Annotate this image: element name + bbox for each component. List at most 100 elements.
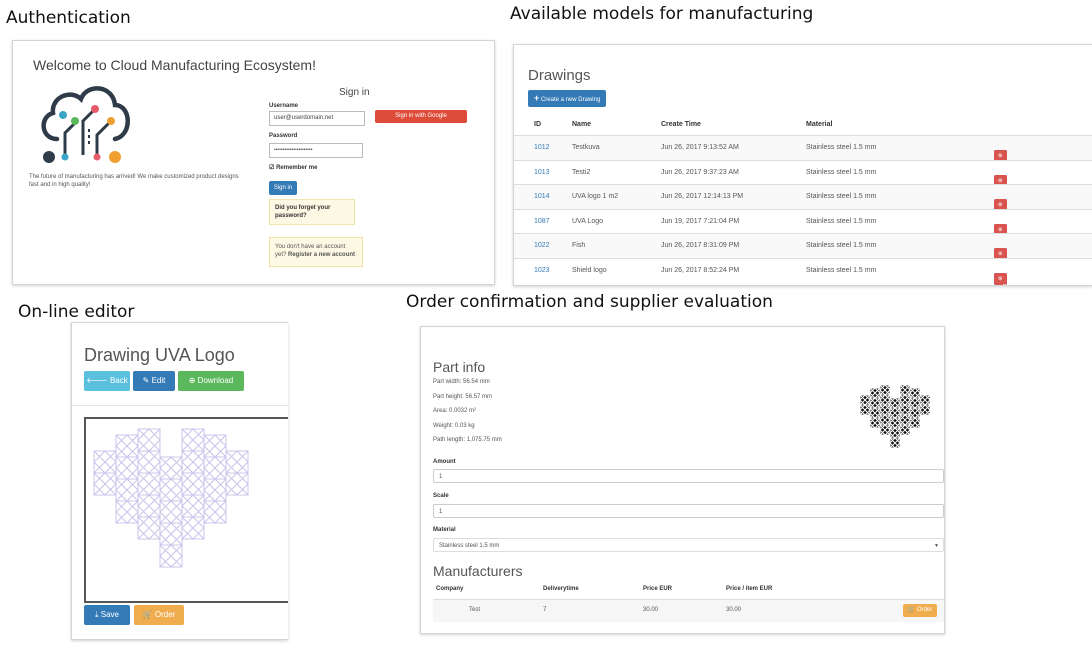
drawings-title: Drawings xyxy=(528,67,591,84)
drawing-row[interactable]: 1012 Testkuva Jun 26, 2017 9:13:52 AM Stain… xyxy=(514,135,1092,167)
tagline-text: The future of manufacturing has arrived!… xyxy=(29,174,239,188)
path-length-text: Path length: 1,075.75 mm xyxy=(433,437,502,443)
column-header-create-time[interactable]: Create Time xyxy=(661,121,701,128)
drawing-create-time: Jun 26, 2017 9:37:23 AM xyxy=(661,168,739,176)
password-label: Password xyxy=(269,133,298,139)
drawing-material: Stainless steel 1.5 mm xyxy=(806,266,877,274)
drawing-name: Shield logo xyxy=(572,266,607,274)
column-header-material[interactable]: Material xyxy=(806,121,832,128)
drawing-name: UVA logo 1 m2 xyxy=(572,193,619,200)
cart-icon: 🛒 xyxy=(907,607,916,613)
drawing-row[interactable]: 1013 Testi2 Jun 26, 2017 9:37:23 AM Stainle… xyxy=(514,159,1092,192)
amount-label: Amount xyxy=(433,459,456,465)
delete-button[interactable]: ⊗ Delete xyxy=(994,272,1019,285)
download-button[interactable]: ⊕ Download xyxy=(178,371,244,391)
manufacturer-company: Test xyxy=(469,607,481,613)
drawing-name: UVA Logo xyxy=(572,217,604,225)
caption-online-editor: On-line editor xyxy=(18,302,135,322)
download-button-label: Download xyxy=(197,376,234,385)
save-icon: ⤓ xyxy=(94,610,99,619)
arrow-left-icon: 🡐 xyxy=(86,376,108,385)
edit-button[interactable]: ✎ Edit xyxy=(133,371,175,391)
signin-heading: Sign in xyxy=(339,87,370,98)
part-height-text: Part height: 56.57 mm xyxy=(433,394,493,400)
drawing-id-link[interactable]: 1023 xyxy=(534,267,550,274)
material-selected-value: Stainless steel 1.5 mm xyxy=(439,543,500,549)
drawing-id-link[interactable]: 1014 xyxy=(534,193,550,200)
forgot-password-link[interactable]: Did you forget your password? xyxy=(269,199,355,225)
drawing-id-link[interactable]: 1012 xyxy=(534,144,550,151)
drawing-id-link[interactable]: 1022 xyxy=(534,242,550,249)
manufacturer-order-label: Order xyxy=(916,607,933,613)
back-button-label: Back xyxy=(109,376,128,385)
order-panel: Part info Part width: 56.54 mm Part heig… xyxy=(420,326,945,634)
authentication-panel: Welcome to Cloud Manufacturing Ecosystem… xyxy=(12,40,495,285)
material-label: Material xyxy=(433,527,456,533)
column-header-price[interactable]: Price EUR xyxy=(643,586,672,592)
drawing-material: Stainless steel 1.5 mm xyxy=(806,217,877,225)
create-drawing-button[interactable]: + Create a new Drawing xyxy=(528,90,607,107)
editor-title: Drawing UVA Logo xyxy=(84,345,235,365)
part-width-text: Part width: 56.54 mm xyxy=(433,379,490,385)
scale-input[interactable]: 1 xyxy=(433,504,944,518)
cloud-circuit-logo xyxy=(41,86,130,163)
drawing-name: Testi2 xyxy=(572,168,591,176)
drawing-row[interactable]: 1014 UVA logo 1 m2 Jun 26, 2017 12:14:13 P… xyxy=(514,184,1092,216)
editor-divider xyxy=(72,405,288,406)
column-header-id[interactable]: ID xyxy=(534,121,541,128)
drawing-row[interactable]: 1023 Shield logo Jun 26, 2017 8:52:24 PM St… xyxy=(514,257,1092,285)
part-info-title: Part info xyxy=(433,359,486,375)
drawings-panel: Drawings + Create a new Drawing ID Name … xyxy=(513,44,1092,286)
delete-button-label: Delete xyxy=(1003,281,1019,286)
drawing-canvas[interactable] xyxy=(84,417,288,603)
manufacturers-title: Manufacturers xyxy=(433,563,523,579)
save-button[interactable]: ⤓ Save xyxy=(84,605,130,625)
drawings-table-body: 1012 Testkuva Jun 26, 2017 9:13:52 AM Stain… xyxy=(514,135,1092,285)
drawing-material: Stainless steel 1.5 mm xyxy=(806,168,877,176)
drawing-row[interactable]: 1087 UVA Logo Jun 19, 2017 7:21:04 PM Stain… xyxy=(514,208,1092,241)
pencil-icon: ✎ xyxy=(142,376,150,385)
drawing-create-time: Jun 26, 2017 9:13:52 AM xyxy=(661,144,739,151)
register-link[interactable]: Register a new account xyxy=(288,252,355,258)
cart-icon: 🛒 xyxy=(142,610,153,619)
back-button[interactable]: 🡐 Back xyxy=(84,371,130,391)
manufacturer-price: 30.00 xyxy=(643,607,659,613)
chevron-down-icon: ▼ xyxy=(934,543,939,549)
password-input[interactable]: •••••••••••••••••••••• xyxy=(269,143,363,158)
checkbox-icon: ☑ xyxy=(269,165,275,171)
caption-order-confirmation: Order confirmation and supplier evaluati… xyxy=(406,292,773,312)
column-header-price-item[interactable]: Price / item EUR xyxy=(726,586,772,592)
editor-order-button[interactable]: 🛒 Order xyxy=(134,605,184,625)
google-signin-button[interactable]: Sign in with Google xyxy=(375,110,467,123)
manufacturer-order-button[interactable]: 🛒 Order xyxy=(903,604,937,617)
welcome-heading: Welcome to Cloud Manufacturing Ecosystem… xyxy=(33,57,316,73)
amount-input[interactable]: 1 xyxy=(433,469,944,483)
column-header-name[interactable]: Name xyxy=(572,121,591,128)
username-input[interactable]: user@userdomain.net xyxy=(269,111,365,126)
column-header-company[interactable]: Company xyxy=(436,586,463,592)
drawing-create-time: Jun 26, 2017 12:14:13 PM xyxy=(661,193,744,200)
manufacturer-row[interactable]: Test 7 30.00 30.00 🛒 Order xyxy=(433,599,944,622)
drawing-name: Fish xyxy=(572,242,586,249)
drawing-id-link[interactable]: 1013 xyxy=(534,169,550,176)
drawing-row[interactable]: 1022 Fish Jun 26, 2017 8:31:09 PM Stainless… xyxy=(514,233,1092,265)
uva-logo-outline xyxy=(93,428,249,568)
register-box: You don't have an account yet? Register … xyxy=(269,237,363,267)
drawing-material: Stainless steel 1.5 mm xyxy=(806,242,877,249)
caption-authentication: Authentication xyxy=(6,8,131,28)
online-editor-panel: Drawing UVA Logo 🡐 Back ✎ Edit ⊕ Downloa… xyxy=(71,322,288,640)
caption-available-models: Available models for manufacturing xyxy=(510,4,814,24)
drawing-material: Stainless steel 1.5 mm xyxy=(806,193,877,200)
material-select[interactable]: Stainless steel 1.5 mm ▼ xyxy=(433,538,944,552)
manufacturer-price-item: 30.00 xyxy=(726,607,742,613)
remember-me-checkbox[interactable]: ☑ Remember me xyxy=(269,164,317,171)
part-preview-image xyxy=(859,384,931,449)
download-circle-icon: ⊕ xyxy=(188,376,196,385)
drawing-id-link[interactable]: 1087 xyxy=(534,218,550,225)
column-header-deliverytime[interactable]: Deliverytime xyxy=(543,586,579,592)
save-button-label: Save xyxy=(100,610,119,619)
username-label: Username xyxy=(269,103,299,109)
plus-icon: + xyxy=(534,93,540,103)
create-drawing-label: Create a new Drawing xyxy=(540,97,601,103)
signin-button[interactable]: Sign in xyxy=(269,181,297,195)
